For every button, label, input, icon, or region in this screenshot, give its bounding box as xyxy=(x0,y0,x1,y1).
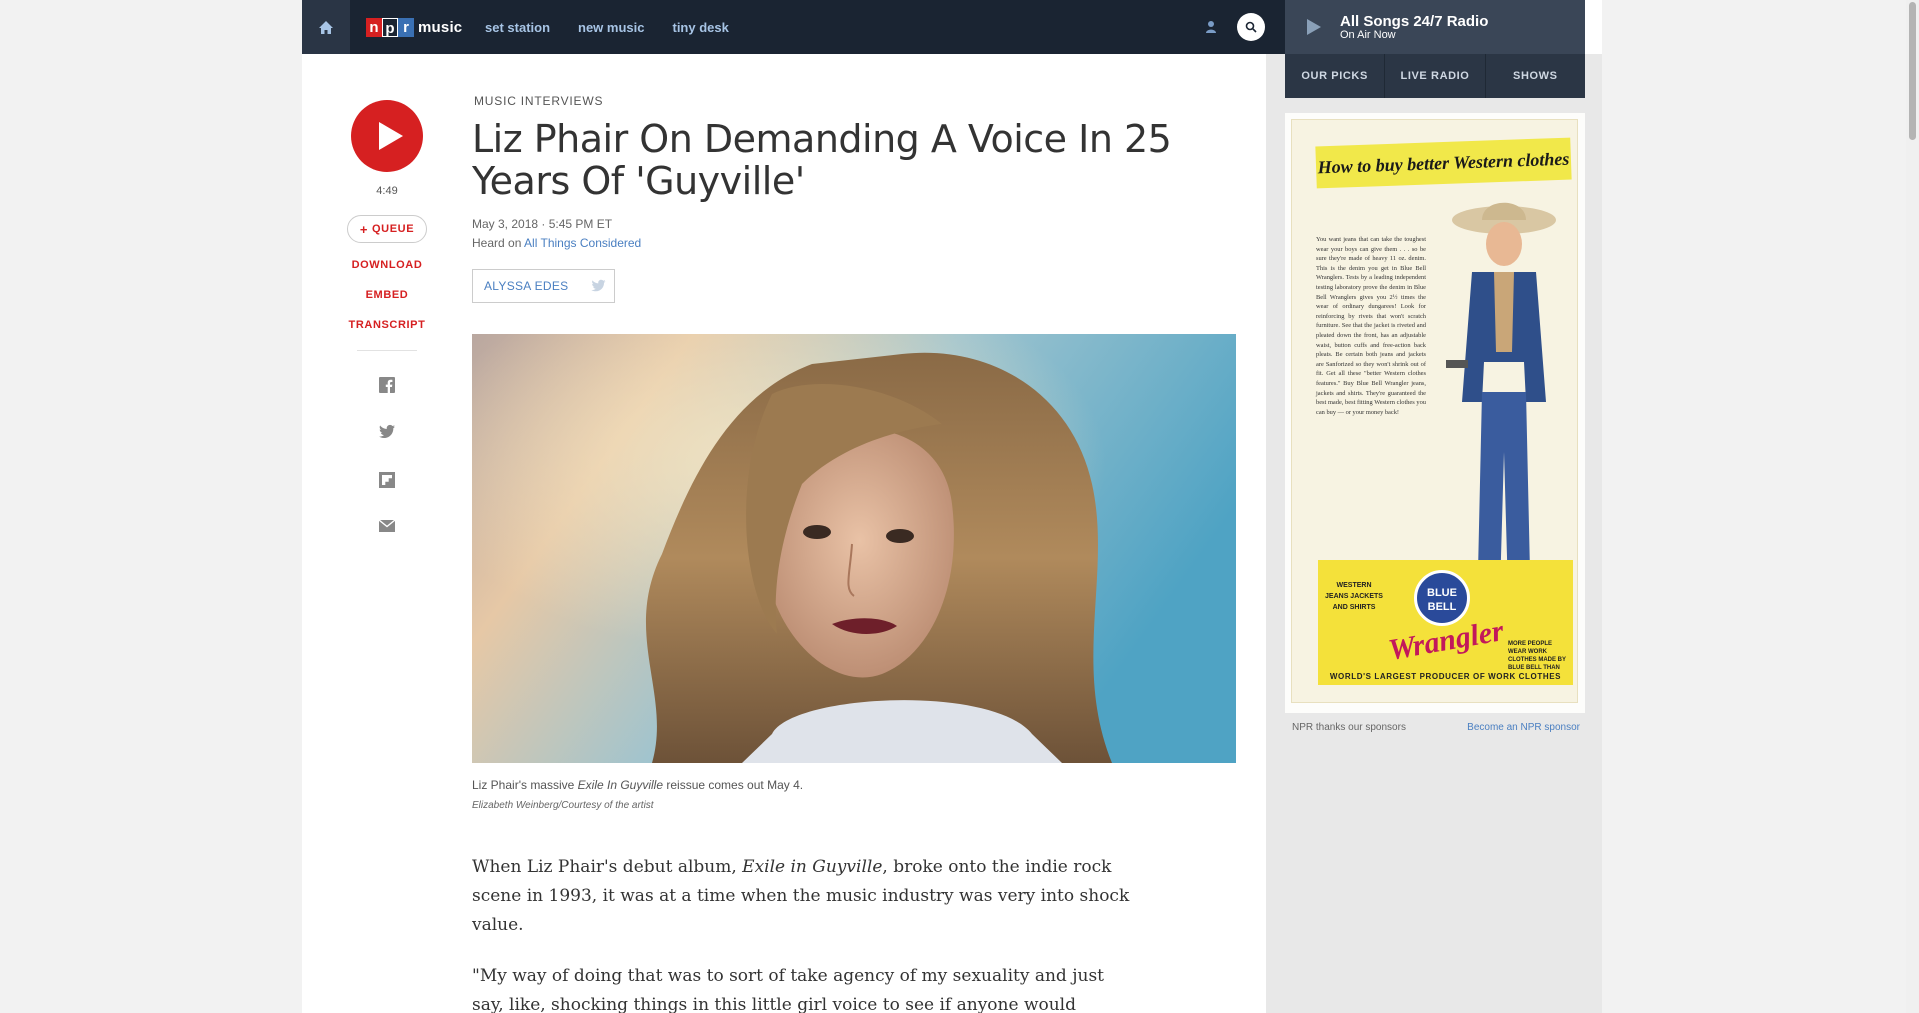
flipboard-share[interactable] xyxy=(378,471,396,489)
top-nav: n p r music set station new music tiny d… xyxy=(302,0,1285,54)
nav-links: set station new music tiny desk xyxy=(485,0,729,54)
user-account-button[interactable] xyxy=(1202,18,1220,36)
transcript-link[interactable]: TRANSCRIPT xyxy=(332,319,442,331)
article-headline: Liz Phair On Demanding A Voice In 25 Yea… xyxy=(472,117,1172,203)
heard-on-label: Heard on xyxy=(472,236,522,250)
search-button[interactable] xyxy=(1237,13,1265,41)
search-icon xyxy=(1245,21,1257,33)
player-title: All Songs 24/7 Radio xyxy=(1340,13,1489,30)
become-sponsor-link[interactable]: Become an NPR sponsor xyxy=(1467,722,1580,733)
article-paragraph: "My way of doing that was to sort of tak… xyxy=(472,966,1104,1013)
publish-date: May 3, 2018 · 5:45 PM ET xyxy=(472,217,613,231)
email-share[interactable] xyxy=(378,519,396,537)
player-subtitle: On Air Now xyxy=(1340,29,1396,41)
heard-on-show-link[interactable]: All Things Considered xyxy=(524,236,641,250)
tab-shows[interactable]: SHOWS xyxy=(1486,54,1585,98)
nav-link-set-station[interactable]: set station xyxy=(485,20,550,35)
audio-duration: 4:49 xyxy=(376,185,398,197)
player-tabs: OUR PICKS LIVE RADIO SHOWS xyxy=(1285,54,1585,98)
play-icon[interactable] xyxy=(1307,19,1321,35)
plus-icon: + xyxy=(359,221,369,237)
ad-artwork: How to buy better Western clothes You wa… xyxy=(1291,119,1578,703)
tab-live-radio[interactable]: LIVE RADIO xyxy=(1385,54,1486,98)
scrollbar[interactable] xyxy=(1906,0,1919,1013)
flipboard-icon xyxy=(379,472,395,488)
radio-player[interactable]: All Songs 24/7 Radio On Air Now xyxy=(1285,0,1585,54)
twitter-icon xyxy=(378,424,395,438)
ad-wrangler-box: WESTERN JEANS JACKETS AND SHIRTS BLUE BE… xyxy=(1318,560,1573,685)
home-icon xyxy=(319,20,333,34)
divider xyxy=(357,350,417,351)
twitter-icon[interactable] xyxy=(590,279,607,293)
portrait-image xyxy=(472,334,1236,763)
sponsor-ad[interactable]: How to buy better Western clothes You wa… xyxy=(1285,113,1585,713)
nav-link-tiny-desk[interactable]: tiny desk xyxy=(672,20,728,35)
queue-button[interactable]: + QUEUE xyxy=(347,215,427,243)
nav-link-new-music[interactable]: new music xyxy=(578,20,644,35)
user-icon xyxy=(1206,21,1216,33)
article-photo[interactable] xyxy=(472,334,1236,763)
download-link[interactable]: DOWNLOAD xyxy=(332,259,442,271)
play-story-button[interactable] xyxy=(351,100,423,172)
photo-credit: Elizabeth Weinberg/Courtesy of the artis… xyxy=(472,800,654,811)
npr-music-logo[interactable]: n p r music xyxy=(366,16,462,38)
blue-bell-logo: BLUE BELL xyxy=(1414,570,1470,626)
sponsor-thanks: NPR thanks our sponsors xyxy=(1292,722,1406,733)
twitter-share[interactable] xyxy=(378,424,396,442)
email-icon xyxy=(378,519,396,532)
author-byline[interactable]: ALYSSA EDES xyxy=(472,269,615,303)
author-name[interactable]: ALYSSA EDES xyxy=(484,279,568,293)
photo-caption: Liz Phair's massive Exile In Guyville re… xyxy=(472,778,804,792)
music-wordmark: music xyxy=(418,18,463,36)
facebook-share[interactable] xyxy=(378,376,396,394)
ad-footer: NPR thanks our sponsors Become an NPR sp… xyxy=(1292,722,1580,733)
queue-label: QUEUE xyxy=(372,223,415,235)
section-slug[interactable]: MUSIC INTERVIEWS xyxy=(474,94,603,108)
scrollbar-thumb[interactable] xyxy=(1909,2,1916,140)
ad-copy: You want jeans that can take the toughes… xyxy=(1316,236,1426,416)
npr-logo: n p r xyxy=(366,17,414,37)
ad-banner: How to buy better Western clothes xyxy=(1315,137,1572,189)
embed-link[interactable]: EMBED xyxy=(332,289,442,301)
home-button[interactable] xyxy=(302,0,350,54)
article-paragraph: When Liz Phair's debut album, Exile in G… xyxy=(472,857,1130,935)
heard-on: Heard on All Things Considered xyxy=(472,236,641,250)
facebook-icon xyxy=(379,377,395,393)
tab-our-picks[interactable]: OUR PICKS xyxy=(1285,54,1386,98)
